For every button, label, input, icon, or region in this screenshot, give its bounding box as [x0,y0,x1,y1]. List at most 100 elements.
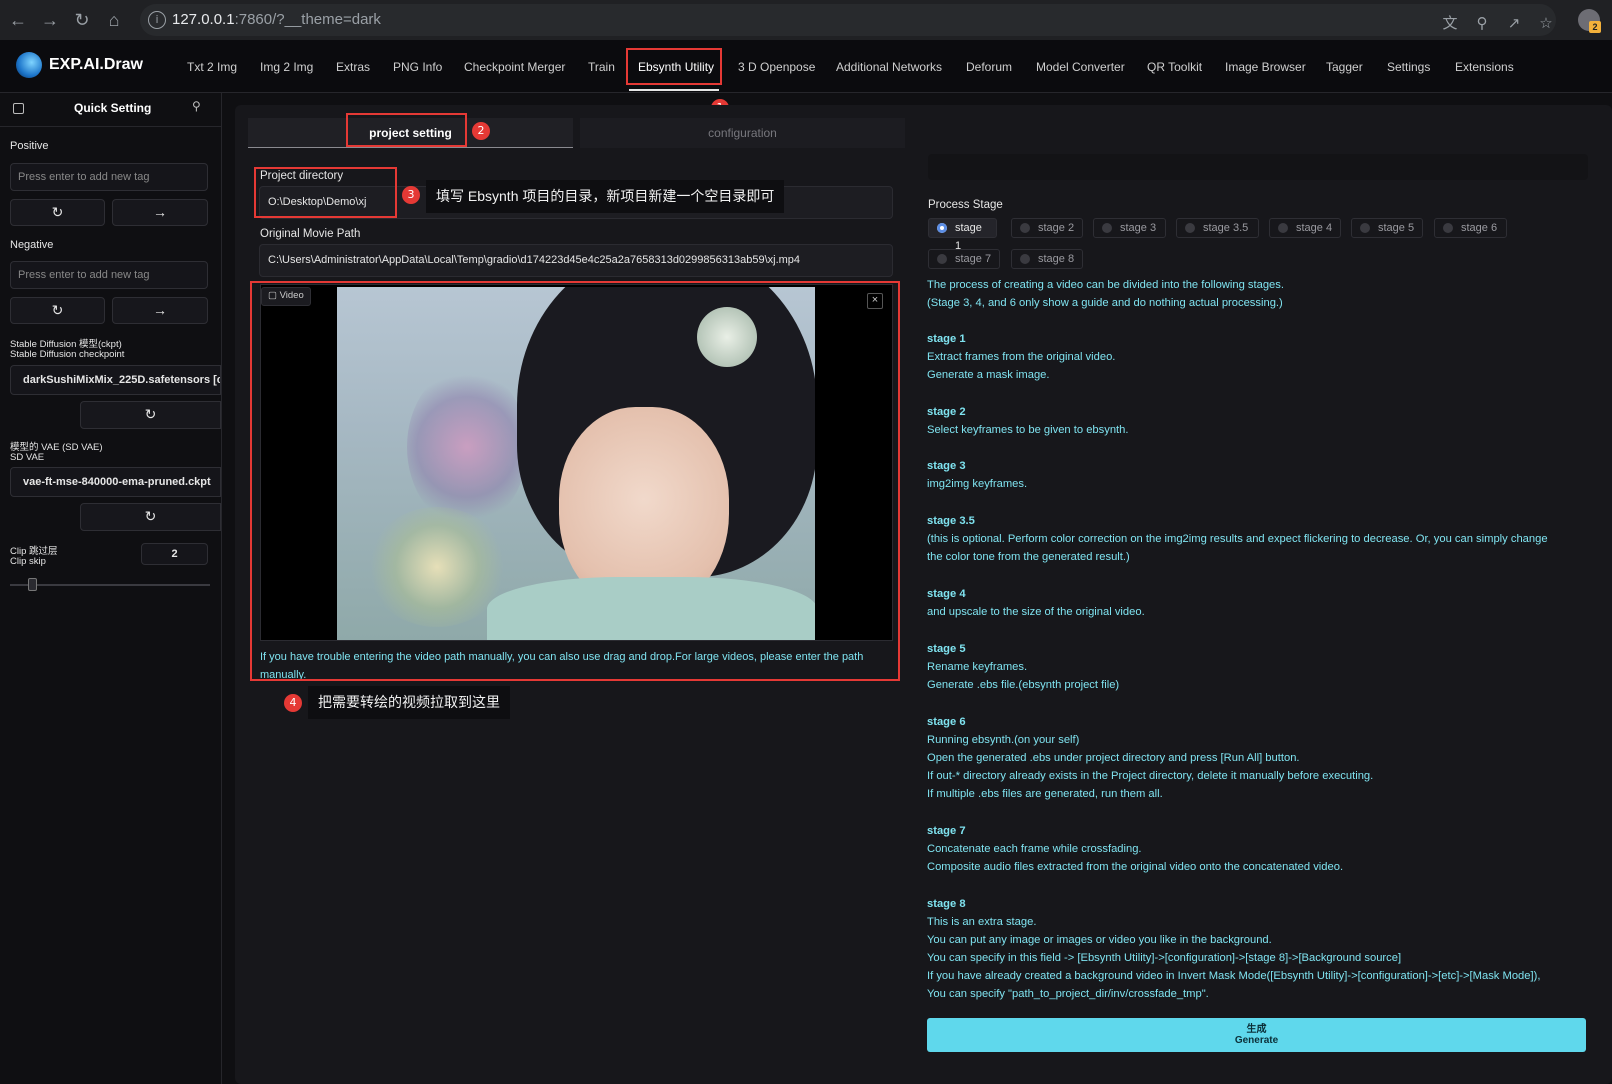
tab-configuration[interactable]: configuration [580,118,905,148]
refresh-icon: ↻ [144,508,157,524]
desc-line: Open the generated .ebs under project di… [927,752,1300,764]
app-logo-icon [16,52,42,78]
tab-deforum[interactable]: Deforum [966,60,1012,74]
radio-dot [1020,223,1030,233]
tab-additional-networks[interactable]: Additional Networks [836,60,942,74]
annotation-callout-4: 把需要转绘的视频拉取到这里 [308,686,510,719]
checkpoint-select[interactable]: darkSushiMixMix_225D.safetensors [cca [10,365,221,395]
stage-3-5-radio[interactable]: stage 3.5 [1176,218,1259,238]
zoom-icon[interactable]: ⚲ [1472,14,1492,34]
desc-line: img2img keyframes. [927,478,1028,490]
ckpt-label-en: Stable Diffusion checkpoint [10,349,125,360]
bookmark-star-icon[interactable]: ☆ [1536,14,1556,34]
negative-send-button[interactable]: → [112,297,208,324]
pin-icon[interactable]: ⚲ [192,99,201,113]
clip-skip-slider-track[interactable] [10,584,210,586]
tab-3d-openpose[interactable]: 3 D Openpose [738,60,815,74]
empty-output-area [928,154,1588,180]
movie-path-input[interactable]: C:\Users\Administrator\AppData\Local\Tem… [259,244,893,277]
positive-label: Positive [10,140,49,152]
tab-train[interactable]: Train [588,60,615,74]
desc-line: Running ebsynth.(on your self) [927,734,1080,746]
stage-5-label: stage 5 [1378,222,1415,234]
radio-dot [1278,223,1288,233]
generate-label-cn: 生成 [1246,1024,1267,1035]
tab-model-converter[interactable]: Model Converter [1036,60,1125,74]
tab-settings[interactable]: Settings [1387,60,1430,74]
tab-tagger[interactable]: Tagger [1326,60,1363,74]
tab-extras[interactable]: Extras [336,60,370,74]
url-text: 127.0.0.1:7860/?__theme=dark [172,11,381,28]
annotation-box-tab [626,48,722,85]
profile-avatar[interactable]: 2 [1578,9,1601,33]
checkpoint-refresh-button[interactable]: ↻ [80,401,221,429]
tab-txt2img[interactable]: Txt 2 Img [187,60,237,74]
radio-dot [937,254,947,264]
profile-badge: 2 [1589,21,1601,33]
sidebar-divider [0,126,221,127]
back-icon[interactable]: ← [6,8,30,32]
tab-image-browser[interactable]: Image Browser [1225,60,1306,74]
desc-line: Concatenate each frame while crossfading… [927,843,1142,855]
tab-png-info[interactable]: PNG Info [393,60,442,74]
tab-img2img[interactable]: Img 2 Img [260,60,313,74]
url-host: 127.0.0.1 [172,11,235,28]
desc-heading: stage 4 [927,588,966,600]
home-icon[interactable]: ⌂ [102,8,126,32]
stage-4-label: stage 4 [1296,222,1333,234]
desc-line: If out-* directory already exists in the… [927,770,1374,782]
address-bar[interactable]: i 127.0.0.1:7860/?__theme=dark 文 ⚲ ↗ ☆ [140,4,1556,36]
forward-icon[interactable]: → [38,8,62,32]
sidebar-title: Quick Setting [74,101,152,115]
translate-icon[interactable]: 文 [1440,14,1460,34]
desc-line: If you have already created a background… [927,970,1541,982]
share-icon[interactable]: ↗ [1504,14,1524,34]
ckpt-label: Stable Diffusion 模型(ckpt) Stable Diffusio… [10,340,124,360]
positive-tag-input[interactable]: Press enter to add new tag [10,163,208,191]
negative-refresh-button[interactable]: ↻ [10,297,105,324]
tab-extensions[interactable]: Extensions [1455,60,1514,74]
stage-5-radio[interactable]: stage 5 [1351,218,1423,238]
clip-skip-number-input[interactable]: 2 [141,543,208,565]
site-info-icon[interactable]: i [148,11,166,29]
tab-qr-toolkit[interactable]: QR Toolkit [1147,60,1202,74]
desc-heading: stage 6 [927,716,966,728]
stage-8-radio[interactable]: stage 8 [1011,249,1083,269]
stage-8-label: stage 8 [1038,253,1075,265]
sidebar-collapse-icon[interactable] [13,103,24,114]
radio-dot [1443,223,1453,233]
clip-skip-slider-handle[interactable] [28,578,37,591]
generate-button[interactable]: 生成 Generate [927,1018,1586,1052]
desc-line: You can put any image or images or video… [927,934,1272,946]
generate-label-en: Generate [1234,1035,1279,1046]
clip-label-en: Clip skip [10,556,46,567]
stage-4-radio[interactable]: stage 4 [1269,218,1341,238]
desc-line: (this is optional. Perform color correct… [927,533,1548,545]
vae-select[interactable]: vae-ft-mse-840000-ema-pruned.ckpt [10,467,221,497]
positive-send-button[interactable]: → [112,199,208,226]
stage-2-radio[interactable]: stage 2 [1011,218,1083,238]
refresh-icon: ↻ [51,302,64,318]
arrow-right-icon: → [153,204,167,220]
stage-2-label: stage 2 [1038,222,1075,234]
quick-setting-sidebar: Quick Setting ⚲ Positive Press enter to … [0,93,222,1084]
stage-3-radio[interactable]: stage 3 [1093,218,1166,238]
url-path: :7860/?__theme=dark [234,11,381,28]
desc-heading: stage 1 [927,333,966,345]
desc-heading: stage 2 [927,406,966,418]
positive-refresh-button[interactable]: ↻ [10,199,105,226]
tab-checkpoint-merger[interactable]: Checkpoint Merger [464,60,565,74]
desc-line: Generate .ebs file.(ebsynth project file… [927,679,1120,691]
reload-icon[interactable]: ↻ [70,8,94,32]
vae-label: 模型的 VAE (SD VAE) SD VAE [10,443,103,463]
negative-tag-input[interactable]: Press enter to add new tag [10,261,208,289]
desc-line: This is an extra stage. [927,916,1037,928]
annotation-box-video [250,281,900,681]
stage-1-radio[interactable]: stage 1 [928,218,997,252]
stage-7-radio[interactable]: stage 7 [928,249,1000,269]
vae-refresh-button[interactable]: ↻ [80,503,221,531]
arrow-right-icon: → [153,302,167,318]
desc-line: Select keyframes to be given to ebsynth. [927,424,1129,436]
annotation-box-project-setting [346,113,467,147]
stage-6-radio[interactable]: stage 6 [1434,218,1507,238]
